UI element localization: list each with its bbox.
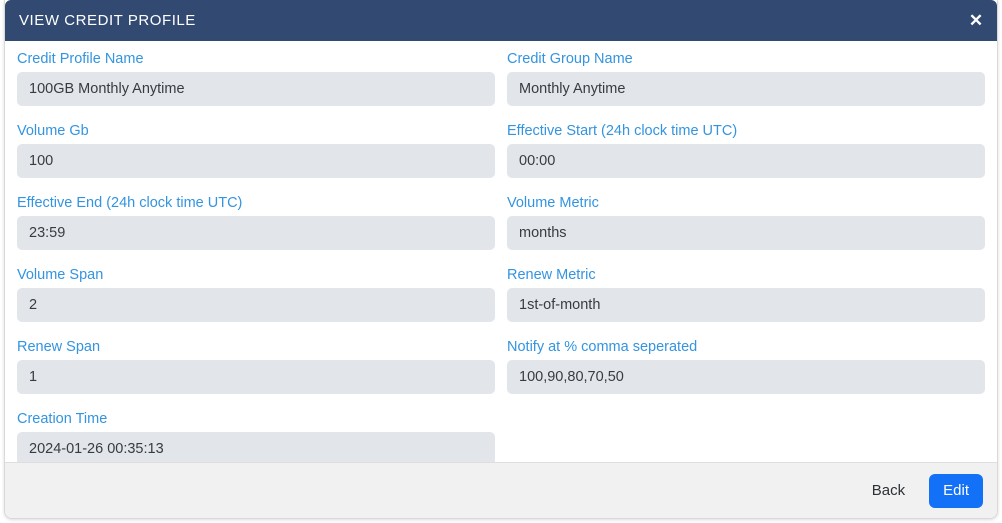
field-label: Renew Span [17, 339, 101, 355]
field-value-volume-gb[interactable]: 100 [17, 144, 495, 178]
field-creation-time: Creation Time 2024-01-26 00:35:13 [11, 410, 501, 462]
field-label: Volume Span [17, 267, 104, 283]
field-value-effective-end[interactable]: 23:59 [17, 216, 495, 250]
field-effective-start: Effective Start (24h clock time UTC) 00:… [501, 122, 991, 178]
field-value-effective-start[interactable]: 00:00 [507, 144, 985, 178]
field-label: Creation Time [17, 411, 108, 427]
field-value-renew-span[interactable]: 1 [17, 360, 495, 394]
field-volume-gb: Volume Gb 100 [11, 122, 501, 178]
field-renew-metric: Renew Metric 1st-of-month [501, 266, 991, 322]
field-credit-group-name: Credit Group Name Monthly Anytime [501, 50, 991, 106]
field-volume-span: Volume Span 2 [11, 266, 501, 322]
field-label: Volume Gb [17, 123, 89, 139]
field-value-volume-metric[interactable]: months [507, 216, 985, 250]
back-button[interactable]: Back [858, 474, 919, 508]
field-value-credit-profile-name[interactable]: 100GB Monthly Anytime [17, 72, 495, 106]
field-label: Notify at % comma seperated [507, 339, 698, 355]
field-value-creation-time: 2024-01-26 00:35:13 [17, 432, 495, 462]
field-label: Volume Metric [507, 195, 599, 211]
field-label: Credit Profile Name [17, 51, 144, 67]
field-value-volume-span[interactable]: 2 [17, 288, 495, 322]
dialog-body: Credit Profile Name 100GB Monthly Anytim… [5, 41, 997, 462]
field-value-renew-metric[interactable]: 1st-of-month [507, 288, 985, 322]
edit-button[interactable]: Edit [929, 473, 983, 508]
field-volume-metric: Volume Metric months [501, 194, 991, 250]
field-value-credit-group-name[interactable]: Monthly Anytime [507, 72, 985, 106]
field-label: Credit Group Name [507, 51, 633, 67]
view-credit-profile-dialog: VIEW CREDIT PROFILE ✕ Credit Profile Nam… [4, 0, 998, 519]
field-value-notify-at-percent[interactable]: 100,90,80,70,50 [507, 360, 985, 394]
field-label: Effective Start (24h clock time UTC) [507, 123, 738, 139]
field-renew-span: Renew Span 1 [11, 338, 501, 394]
credit-profile-field-grid: Credit Profile Name 100GB Monthly Anytim… [11, 50, 991, 462]
close-icon[interactable]: ✕ [965, 10, 987, 32]
dialog-footer: Back Edit [5, 462, 997, 518]
field-credit-profile-name: Credit Profile Name 100GB Monthly Anytim… [11, 50, 501, 106]
field-notify-at-percent: Notify at % comma seperated 100,90,80,70… [501, 338, 991, 394]
dialog-header: VIEW CREDIT PROFILE ✕ [5, 0, 997, 41]
field-effective-end: Effective End (24h clock time UTC) 23:59 [11, 194, 501, 250]
field-label: Effective End (24h clock time UTC) [17, 195, 243, 211]
field-label: Renew Metric [507, 267, 596, 283]
dialog-title: VIEW CREDIT PROFILE [19, 12, 196, 29]
